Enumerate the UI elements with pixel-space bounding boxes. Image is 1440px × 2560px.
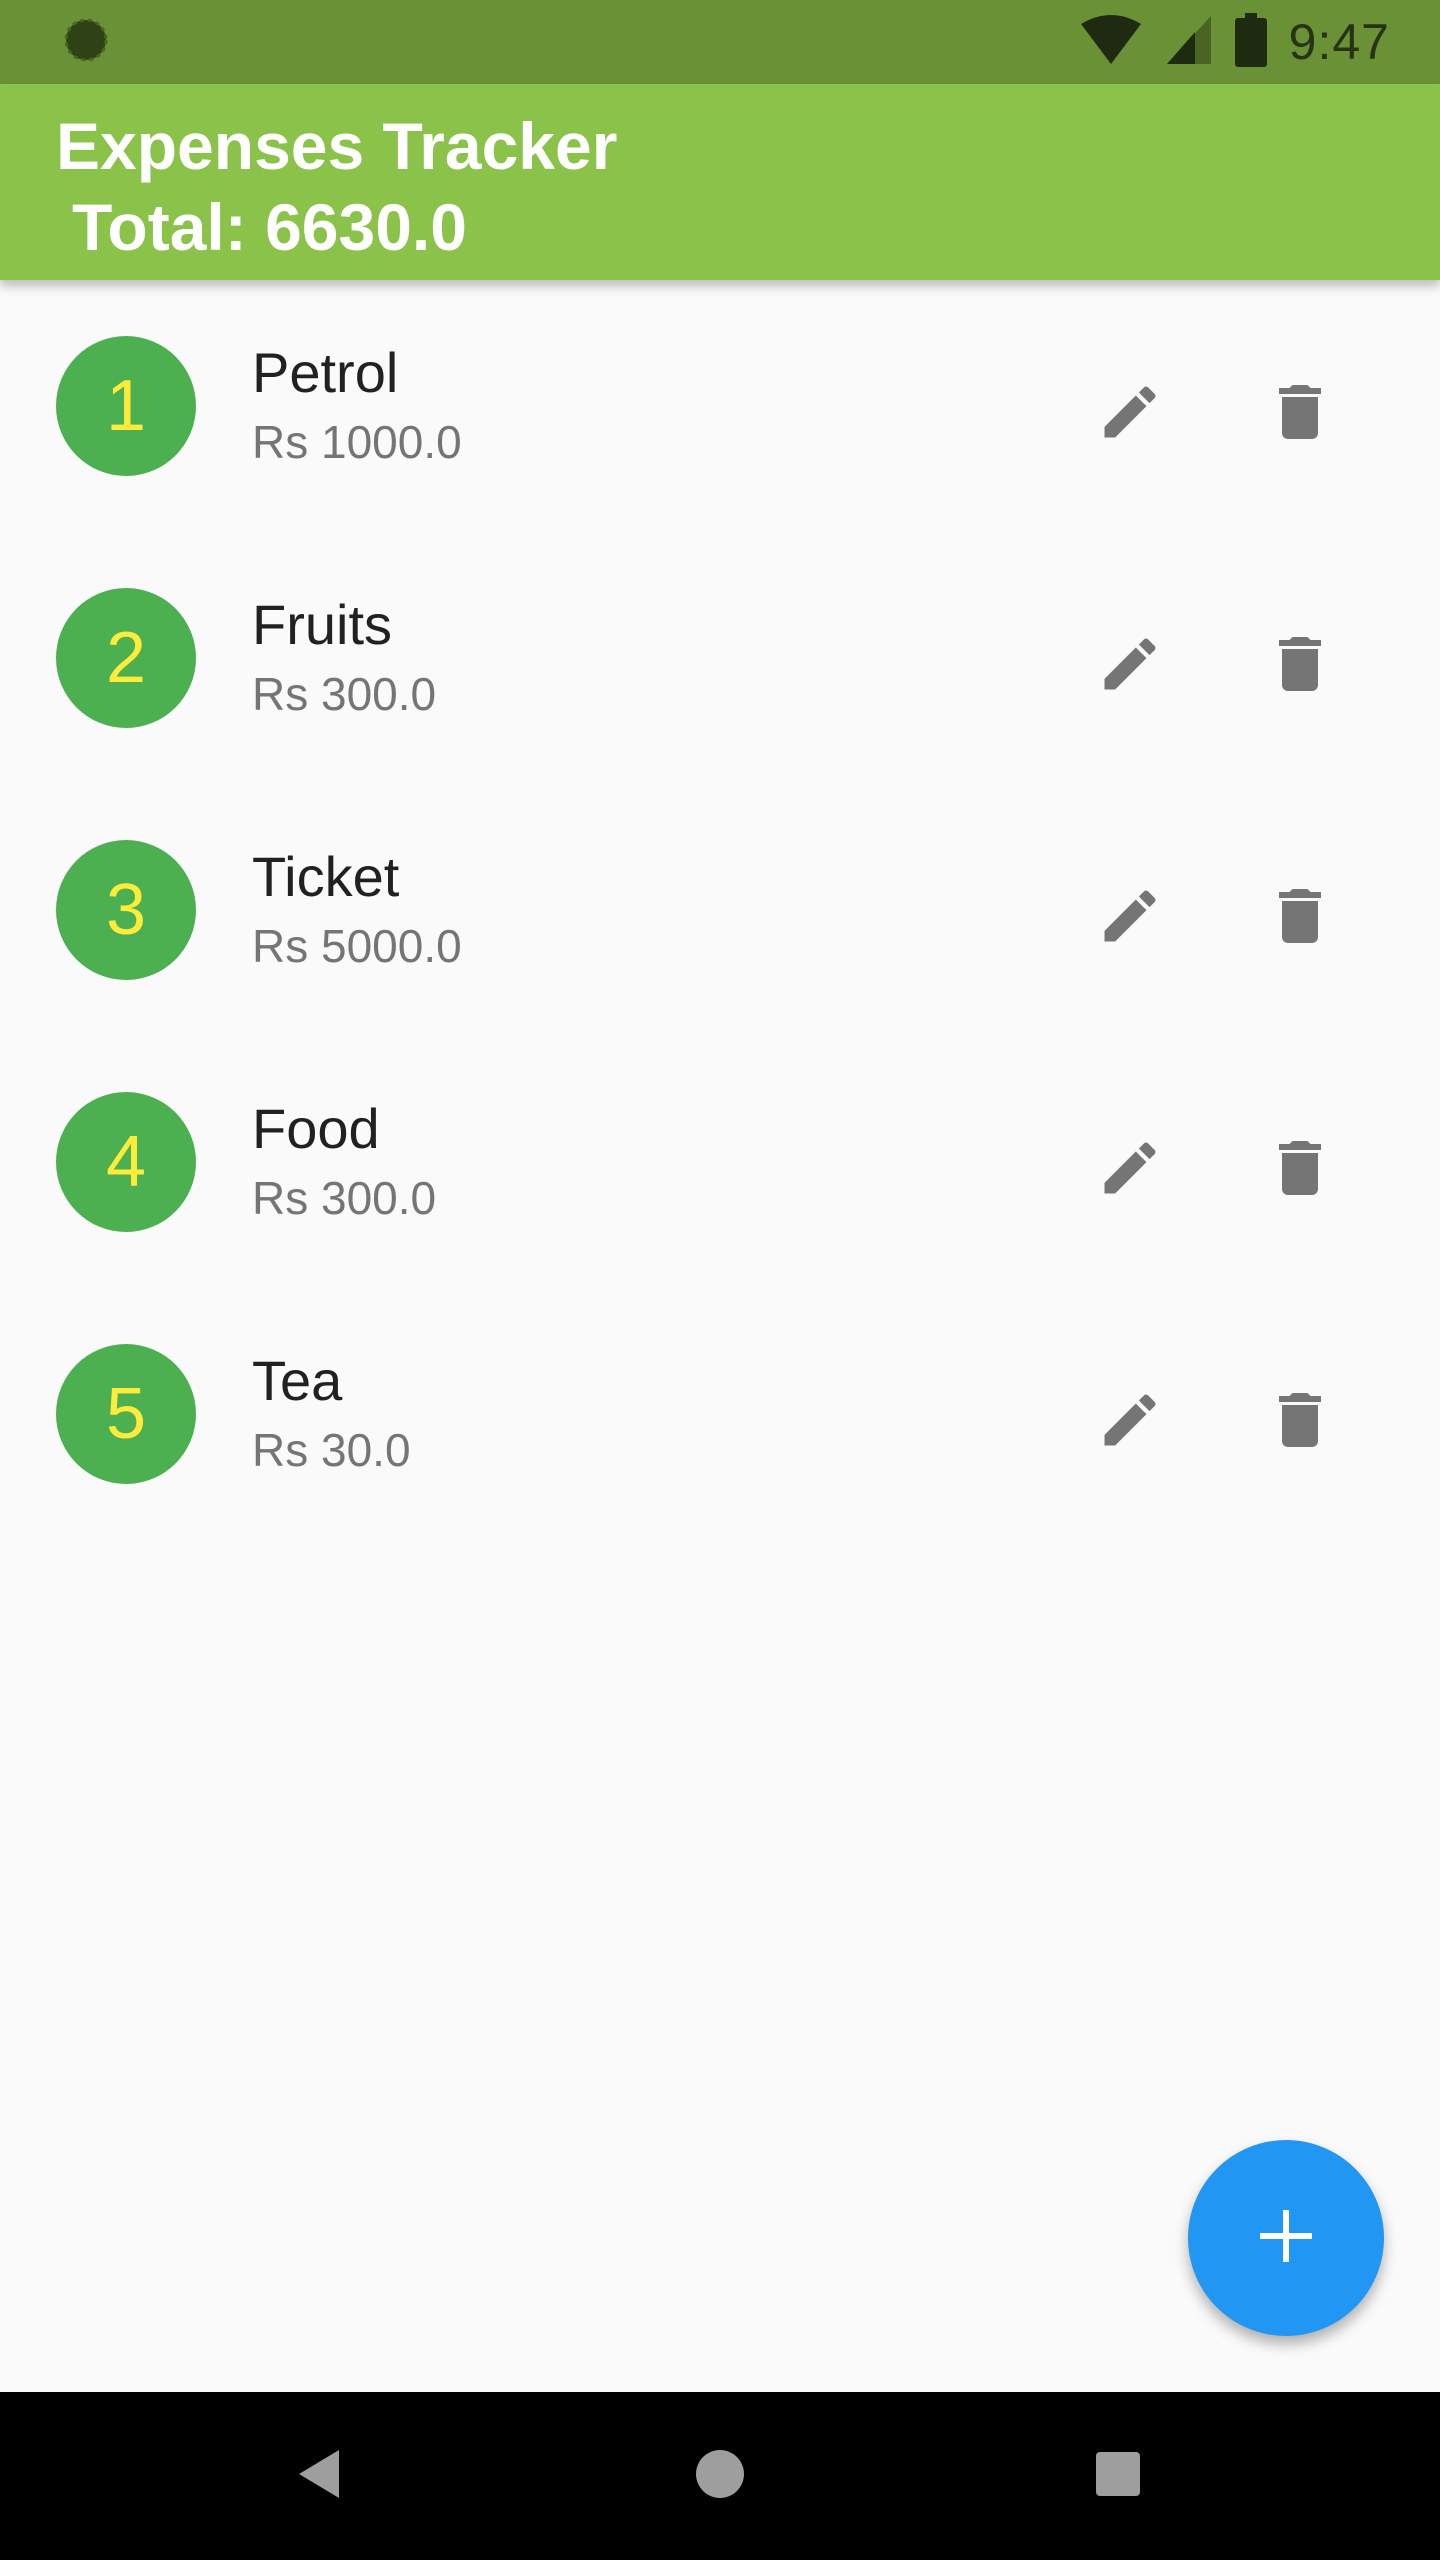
item-amount: Rs 5000.0 <box>252 920 462 972</box>
recents-icon <box>1095 2451 1141 2502</box>
trash-icon <box>1264 880 1336 957</box>
app-notification-icon <box>62 16 110 69</box>
item-title: Ticket <box>252 845 400 908</box>
item-number-avatar: 3 <box>56 840 196 980</box>
edit-button[interactable] <box>1082 1122 1178 1218</box>
battery-icon <box>1234 12 1267 72</box>
item-amount: Rs 300.0 <box>252 1172 437 1224</box>
navigation-bar <box>0 2392 1440 2560</box>
list-item[interactable]: 5 Tea Rs 30.0 <box>0 1288 1440 1540</box>
add-expense-button[interactable] <box>1188 2140 1384 2336</box>
trash-icon <box>1264 376 1336 453</box>
item-title: Food <box>252 1097 380 1160</box>
app-bar: Expenses Tracker Total: 6630.0 <box>0 84 1440 280</box>
trash-icon <box>1264 1132 1336 1209</box>
pencil-icon <box>1096 882 1164 955</box>
item-amount: Rs 1000.0 <box>252 416 462 468</box>
home-button[interactable] <box>680 2436 760 2516</box>
delete-button[interactable] <box>1252 1122 1348 1218</box>
status-time: 9:47 <box>1288 14 1390 70</box>
item-title: Tea <box>252 1349 343 1412</box>
list-item[interactable]: 4 Food Rs 300.0 <box>0 1036 1440 1288</box>
list-item[interactable]: 1 Petrol Rs 1000.0 <box>0 280 1440 532</box>
list-item[interactable]: 3 Ticket Rs 5000.0 <box>0 784 1440 1036</box>
pencil-icon <box>1096 1134 1164 1207</box>
pencil-icon <box>1096 378 1164 451</box>
plus-icon <box>1256 2206 1316 2271</box>
item-number-avatar: 2 <box>56 588 196 728</box>
pencil-icon <box>1096 1386 1164 1459</box>
item-amount: Rs 30.0 <box>252 1424 411 1476</box>
edit-button[interactable] <box>1082 618 1178 714</box>
delete-button[interactable] <box>1252 618 1348 714</box>
delete-button[interactable] <box>1252 1374 1348 1470</box>
item-title: Petrol <box>252 341 399 404</box>
edit-button[interactable] <box>1082 366 1178 462</box>
item-number-avatar: 5 <box>56 1344 196 1484</box>
trash-icon <box>1264 1384 1336 1461</box>
edit-button[interactable] <box>1082 870 1178 966</box>
recents-button[interactable] <box>1078 2436 1158 2516</box>
app-title: Expenses Tracker <box>56 109 618 183</box>
item-title: Fruits <box>252 593 392 656</box>
back-icon <box>295 2448 345 2505</box>
expense-list: 1 Petrol Rs 1000.0 2 Fruits Rs 300.0 3 T… <box>0 280 1440 1540</box>
delete-button[interactable] <box>1252 870 1348 966</box>
delete-button[interactable] <box>1252 366 1348 462</box>
pencil-icon <box>1096 630 1164 703</box>
list-item[interactable]: 2 Fruits Rs 300.0 <box>0 532 1440 784</box>
signal-icon <box>1165 14 1213 71</box>
back-button[interactable] <box>280 2436 360 2516</box>
total-amount: Total: 6630.0 <box>72 190 467 264</box>
item-amount: Rs 300.0 <box>252 668 437 720</box>
item-number-avatar: 4 <box>56 1092 196 1232</box>
item-number-avatar: 1 <box>56 336 196 476</box>
edit-button[interactable] <box>1082 1374 1178 1470</box>
wifi-icon <box>1079 14 1143 71</box>
status-bar: 9:47 <box>0 0 1440 84</box>
home-icon <box>695 2449 745 2504</box>
trash-icon <box>1264 628 1336 705</box>
